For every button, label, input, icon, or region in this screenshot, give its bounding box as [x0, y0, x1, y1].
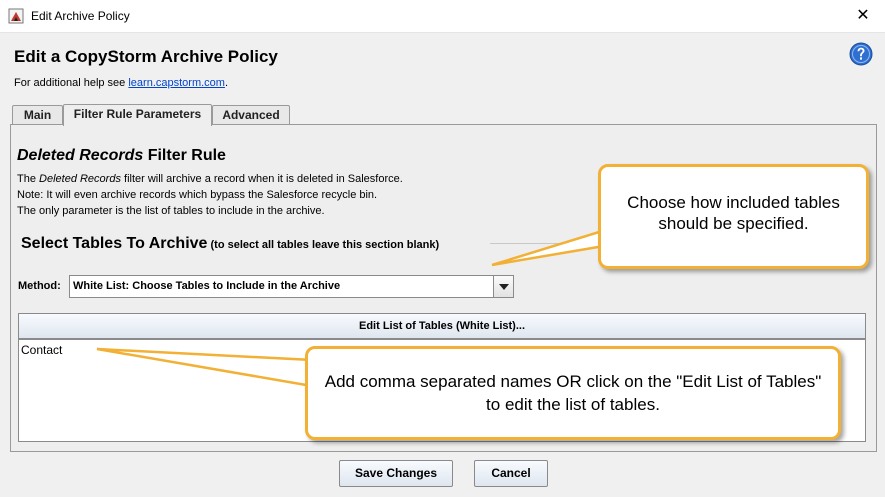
edit-list-of-tables-button[interactable]: Edit List of Tables (White List)... [18, 313, 866, 339]
page-title: Edit a CopyStorm Archive Policy [14, 47, 278, 66]
desc-rest: filter will archive a record when it is … [120, 173, 403, 185]
method-select[interactable]: White List: Choose Tables to Include in … [69, 275, 514, 298]
rule-description-line-2: Note: It will even archive records which… [17, 189, 378, 201]
tables-callout: Add comma separated names OR click on th… [305, 346, 841, 440]
save-changes-button[interactable]: Save Changes [339, 460, 453, 487]
help-prefix: For additional help see [14, 77, 129, 89]
method-callout: Choose how included tables should be spe… [598, 164, 869, 269]
rule-description-line-1: The Deleted Records filter will archive … [17, 173, 403, 185]
chevron-down-icon[interactable] [493, 276, 513, 297]
rule-title-italic: Deleted Records [17, 147, 144, 164]
app-icon [8, 8, 24, 24]
tab-advanced[interactable]: Advanced [212, 105, 290, 125]
method-label: Method: [18, 280, 61, 292]
rule-title-rest: Filter Rule [143, 147, 226, 164]
desc-italic: Deleted Records [39, 173, 121, 185]
close-icon: ✕ [856, 7, 870, 24]
help-question-icon[interactable] [849, 42, 873, 66]
help-line: For additional help see learn.capstorm.c… [14, 77, 228, 89]
section-note: (to select all tables leave this section… [207, 239, 440, 251]
rule-description-line-3: The only parameter is the list of tables… [17, 205, 325, 217]
desc-prefix: The [17, 173, 40, 185]
title-bar: Edit Archive Policy ✕ [0, 0, 885, 33]
cancel-button[interactable]: Cancel [474, 460, 548, 487]
help-suffix: . [224, 77, 229, 89]
tab-filter-rule-parameters[interactable]: Filter Rule Parameters [63, 104, 212, 126]
section-title-text: Select Tables To Archive [21, 235, 208, 252]
section-title: Select Tables To Archive (to select all … [21, 235, 439, 253]
method-select-value: White List: Choose Tables to Include in … [73, 280, 341, 292]
window-title: Edit Archive Policy [31, 9, 130, 23]
tables-callout-text: Add comma separated names OR click on th… [324, 372, 822, 414]
help-link[interactable]: learn.capstorm.com [128, 77, 225, 89]
rule-title: Deleted Records Filter Rule [17, 147, 226, 165]
tables-textarea-value: Contact [21, 343, 63, 357]
close-button[interactable]: ✕ [841, 0, 885, 32]
tab-main[interactable]: Main [12, 105, 63, 125]
method-callout-text: Choose how included tables should be spe… [627, 193, 840, 233]
